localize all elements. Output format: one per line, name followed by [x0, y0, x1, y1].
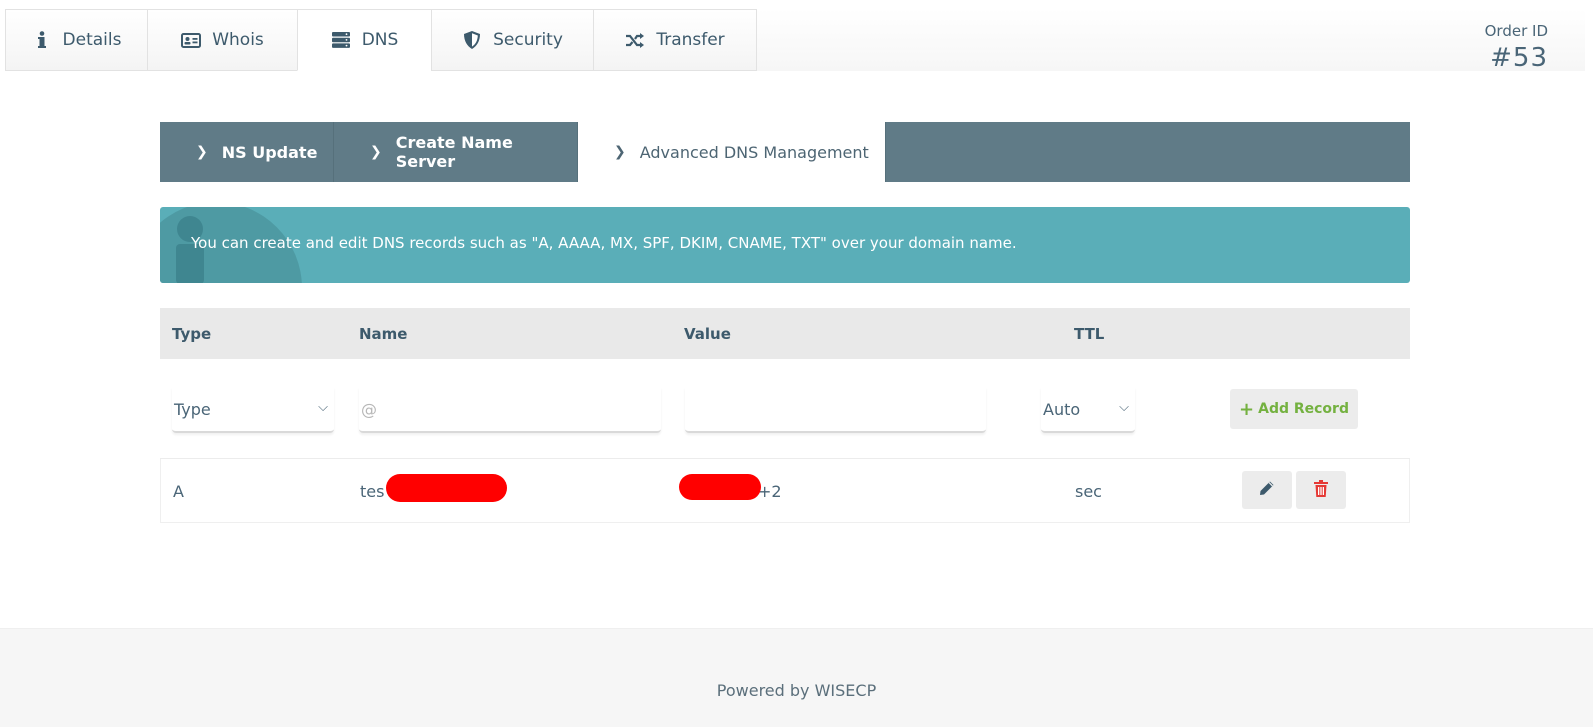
top-tabs: Details Whois DNS Security Transfer: [5, 9, 757, 71]
add-record-row: Type ⌵ @ Auto ⌵ + Add Record: [160, 359, 1410, 459]
tab-details-label: Details: [62, 30, 122, 50]
id-card-icon: [181, 30, 202, 50]
ttl-select-value: Auto: [1043, 399, 1081, 419]
add-record-label: Add Record: [1258, 401, 1349, 417]
tab-transfer[interactable]: Transfer: [593, 9, 757, 71]
header-ttl: TTL: [1074, 325, 1105, 343]
tab-whois-label: Whois: [212, 30, 264, 50]
row-ttl: sec: [1075, 482, 1102, 501]
subtab-advanced-dns-label: Advanced DNS Management: [639, 142, 869, 162]
footer: Powered by WISECP: [0, 628, 1593, 727]
row-type: A: [173, 482, 184, 501]
add-record-button[interactable]: + Add Record: [1230, 389, 1358, 429]
order-id: Order ID #53: [1485, 22, 1548, 73]
type-select-value: Type: [174, 399, 211, 419]
info-alert: You can create and edit DNS records such…: [160, 207, 1410, 283]
type-select[interactable]: Type ⌵: [172, 387, 334, 433]
redaction-value: [679, 474, 761, 500]
chevron-right-icon: ❯: [196, 144, 208, 160]
edit-record-button[interactable]: [1242, 471, 1292, 509]
tab-dns-label: DNS: [361, 30, 399, 50]
tab-security-label: Security: [493, 30, 563, 50]
tab-security[interactable]: Security: [431, 9, 593, 71]
order-id-label: Order ID: [1484, 22, 1548, 40]
header-name: Name: [359, 325, 408, 343]
subtab-create-name-server[interactable]: ❯ Create Name Server: [334, 122, 578, 182]
info-icon: [32, 30, 52, 50]
shuffle-icon: [625, 30, 645, 50]
table-header: Type Name Value TTL: [160, 308, 1410, 359]
subtab-ns-update[interactable]: ❯ NS Update: [160, 122, 334, 182]
plus-icon: +: [1239, 398, 1255, 420]
row-name: tes: [360, 482, 385, 501]
dns-records-table: Type Name Value TTL Type ⌵ @ Auto ⌵ + Ad…: [160, 308, 1410, 523]
server-icon: [331, 30, 351, 50]
redaction-name: [386, 474, 507, 502]
chevron-down-icon: ⌵: [1119, 400, 1129, 415]
footer-text: Powered by WISECP: [716, 681, 877, 700]
subtab-advanced-dns[interactable]: ❯ Advanced DNS Management: [578, 122, 886, 182]
name-input-placeholder: @: [361, 399, 377, 419]
chevron-right-icon: ❯: [370, 144, 382, 160]
pencil-icon: [1259, 480, 1275, 500]
row-value: +2: [758, 482, 782, 501]
delete-record-button[interactable]: [1296, 471, 1346, 509]
shield-icon: [462, 30, 482, 50]
tab-dns[interactable]: DNS: [297, 9, 431, 71]
trash-icon: [1314, 479, 1328, 501]
subtab-create-name-server-label: Create Name Server: [395, 133, 513, 171]
dns-subnav: ❯ NS Update ❯ Create Name Server ❯ Advan…: [160, 122, 1410, 182]
ttl-select[interactable]: Auto ⌵: [1041, 387, 1135, 433]
tab-details[interactable]: Details: [5, 9, 147, 71]
order-id-value: #53: [1490, 43, 1548, 73]
name-input[interactable]: @: [359, 387, 661, 433]
info-text: You can create and edit DNS records such…: [191, 234, 1017, 252]
tab-whois[interactable]: Whois: [147, 9, 297, 71]
table-row: A tes +2 sec: [160, 459, 1410, 523]
header-type: Type: [172, 325, 212, 343]
chevron-right-icon: ❯: [614, 144, 626, 160]
tab-transfer-label: Transfer: [656, 30, 725, 50]
value-input[interactable]: [685, 387, 986, 433]
chevron-down-icon: ⌵: [318, 400, 328, 415]
subtab-ns-update-label: NS Update: [221, 142, 318, 162]
header-value: Value: [684, 325, 731, 343]
